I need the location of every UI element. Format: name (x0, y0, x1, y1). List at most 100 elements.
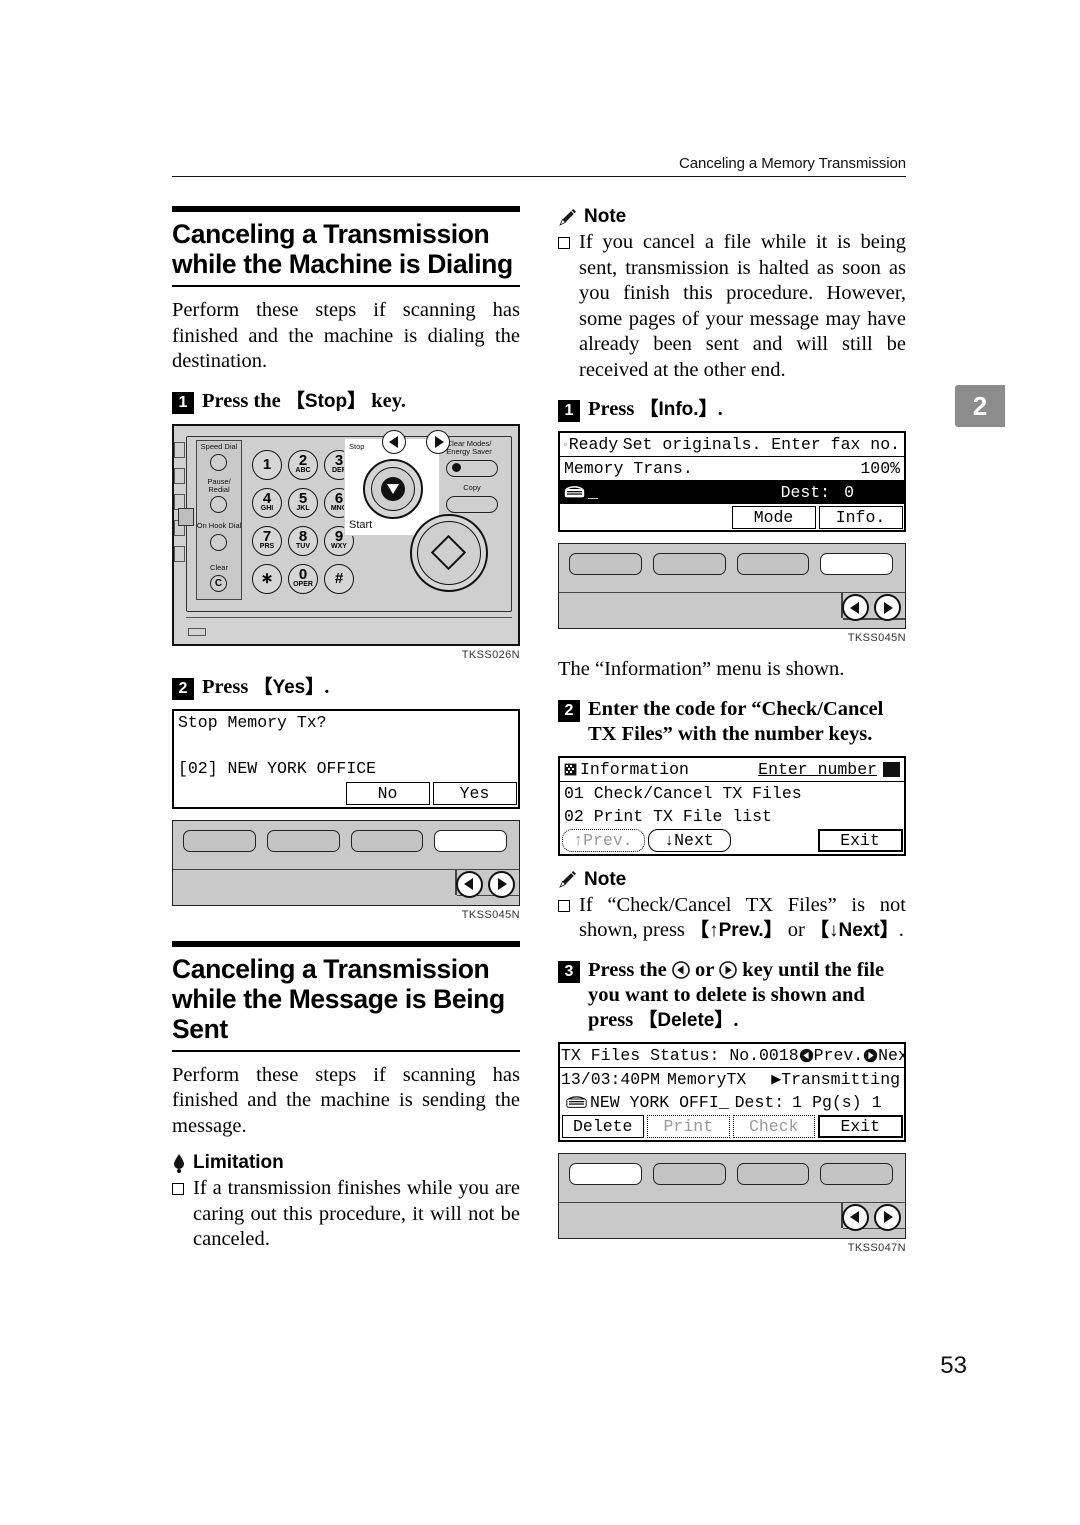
lcd-dest-line: NEW YORK OFFI _ Dest: 1 Pg(s) 1 (560, 1091, 904, 1114)
lcd-prompt: Set originals. Enter fax no. (622, 435, 900, 454)
key-label: ↑Prev. (709, 920, 764, 941)
softkey-delete[interactable]: Delete (561, 1115, 644, 1138)
softkey-2[interactable] (647, 506, 729, 529)
start-key[interactable] (410, 513, 488, 592)
limitation-drop-icon (174, 1153, 184, 1173)
panel-softkey-1-highlighted[interactable] (569, 1162, 642, 1185)
numkey-2[interactable]: 2 ABC (288, 449, 318, 480)
control-panel-illustration (558, 1152, 906, 1239)
panel-softkeys (183, 829, 507, 852)
lcd-stop-memory-tx: Stop Memory Tx? [02] NEW YORK OFFICE No … (172, 708, 520, 809)
panel-right-arrow-button[interactable] (874, 594, 901, 621)
lcd-dest-value: 1 (792, 1092, 803, 1112)
lcd-menu-item-1[interactable]: 01 Check/Cancel TX Files (560, 782, 904, 805)
softkey-info[interactable]: Info. (818, 505, 903, 529)
on-hook-dial-button[interactable] (210, 533, 227, 551)
figure-keypad: Speed Dial Pause/ Redial On Hook Dial Cl… (172, 423, 520, 661)
lcd-file-meta-line: 13/03:40PM MemoryTX ▶ Transmitting (560, 1068, 904, 1091)
speed-dial-button[interactable] (210, 453, 227, 471)
lcd-menu-item-2[interactable]: 02 Print TX File list (560, 805, 904, 828)
panel-softkey-3[interactable] (350, 829, 424, 852)
panel-softkey-2[interactable] (652, 1162, 726, 1185)
right-arrow-key-icon (719, 960, 737, 979)
softkey-3[interactable] (734, 829, 815, 852)
lcd-status-line: Ready Set originals. Enter fax no. (560, 433, 904, 456)
section-heading-dialing: Canceling a Transmission while the Machi… (172, 206, 520, 287)
panel-softkey-4[interactable] (820, 1162, 893, 1185)
figure-code: TKSS045N (461, 908, 520, 921)
lcd-softkey-row: ↑Prev. ↓Next Exit (560, 828, 904, 854)
key-label: Delete (657, 1009, 715, 1031)
pause-redial-button[interactable] (210, 495, 227, 513)
numkey-0[interactable]: 0 OPER (288, 563, 318, 594)
softkey-exit[interactable]: Exit (817, 829, 903, 852)
softkey-print[interactable]: Print (647, 1115, 730, 1138)
lcd-input-cursor (883, 761, 900, 777)
softkey-yes[interactable]: Yes (432, 782, 517, 805)
panel-divider (559, 1201, 905, 1203)
softkey-2[interactable] (261, 782, 343, 805)
lcd-destination: [02] NEW YORK OFFICE (178, 759, 377, 778)
limitation-label: Limitation (193, 1152, 284, 1173)
clear-modes-button[interactable] (446, 459, 498, 477)
heading-rule-bottom (172, 285, 520, 287)
note2-part2: or (782, 919, 810, 941)
numkey-hash[interactable]: # (324, 563, 354, 594)
panel-softkey-1[interactable] (183, 829, 256, 852)
step-1-dialing: 1 Press the 【Stop】 key. (172, 389, 520, 414)
limitation-tag: Limitation (172, 1152, 520, 1174)
softkey-next[interactable]: ↓Next (647, 829, 731, 852)
softkey-mode[interactable]: Mode (731, 505, 816, 529)
panel-right-arrow-button[interactable] (488, 870, 515, 898)
key-bracket-prev: 【↑Prev.】 (690, 920, 783, 941)
lcd-dest-name: NEW YORK OFFI (590, 1092, 719, 1112)
softkey-no[interactable]: No (345, 782, 430, 805)
lcd-entry-line: _ Dest: 0 (560, 480, 904, 504)
panel-right-arrow-button[interactable] (874, 1203, 901, 1231)
copy-button[interactable] (446, 495, 498, 513)
softkey-prev[interactable]: ↑Prev. (561, 829, 645, 852)
right-arrow-key[interactable] (426, 429, 450, 454)
note-label: Note (584, 868, 627, 890)
panel-softkey-1[interactable] (569, 553, 642, 575)
numkey-5[interactable]: 5 JKL (288, 487, 318, 518)
lcd-pages-label: Pg(s) (812, 1092, 862, 1112)
softkey-exit[interactable]: Exit (818, 1115, 903, 1138)
step-2-sending: 2 Enter the code for “Check/Cancel TX Fi… (558, 697, 906, 747)
panel-softkey-3[interactable] (736, 1162, 810, 1185)
panel-softkeys (569, 1162, 893, 1185)
softkey-check[interactable]: Check (732, 1115, 815, 1138)
panel-softkey-4-highlighted[interactable] (434, 829, 507, 852)
panel-left-arrow-button[interactable] (842, 594, 869, 621)
section-title-dialing: Canceling a Transmission while the Machi… (172, 219, 513, 279)
lcd-line-1: Stop Memory Tx? (174, 711, 518, 735)
lcd-enter-number-hint: Enter number (758, 759, 877, 779)
clear-button[interactable]: C (210, 574, 227, 592)
numkey-digit: 4 (262, 490, 272, 507)
panel-softkey-4-highlighted[interactable] (820, 553, 893, 575)
left-arrow-key[interactable] (382, 429, 406, 454)
step-3-sending: 3 Press the or key until the file you wa… (558, 958, 906, 1033)
step-number: 1 (172, 391, 194, 414)
numkey-8[interactable]: 8 TUV (288, 525, 318, 556)
panel-softkey-3[interactable] (736, 553, 810, 575)
step-text: Enter the code for “Check/Cancel TX File… (588, 697, 884, 745)
numkey-1[interactable]: 1 (252, 449, 282, 480)
step-number: 2 (558, 699, 580, 722)
lcd-dest-label: Dest: (734, 1092, 785, 1112)
lcd-dest-label: Dest: (780, 482, 831, 502)
numkey-star[interactable]: ∗ (252, 563, 282, 594)
softkey-1[interactable] (176, 782, 258, 805)
document-page: Canceling a Memory Transmission 2 Cancel… (0, 0, 1080, 1525)
panel-left-arrow-button[interactable] (456, 870, 483, 898)
panel-left-arrow-button[interactable] (842, 1203, 869, 1231)
panel-softkey-2[interactable] (652, 553, 726, 575)
key-bracket: 【Stop】 (285, 390, 367, 412)
softkey-1[interactable] (562, 506, 644, 529)
label-copy: Copy (463, 482, 481, 492)
numkey-4[interactable]: 4 GHI (252, 487, 282, 518)
numkey-7[interactable]: 7 PRS (252, 525, 282, 556)
note-bullet-1: If you cancel a file while it is being s… (558, 230, 906, 383)
panel-softkey-2[interactable] (266, 829, 340, 852)
step3-mid: or (689, 958, 720, 981)
